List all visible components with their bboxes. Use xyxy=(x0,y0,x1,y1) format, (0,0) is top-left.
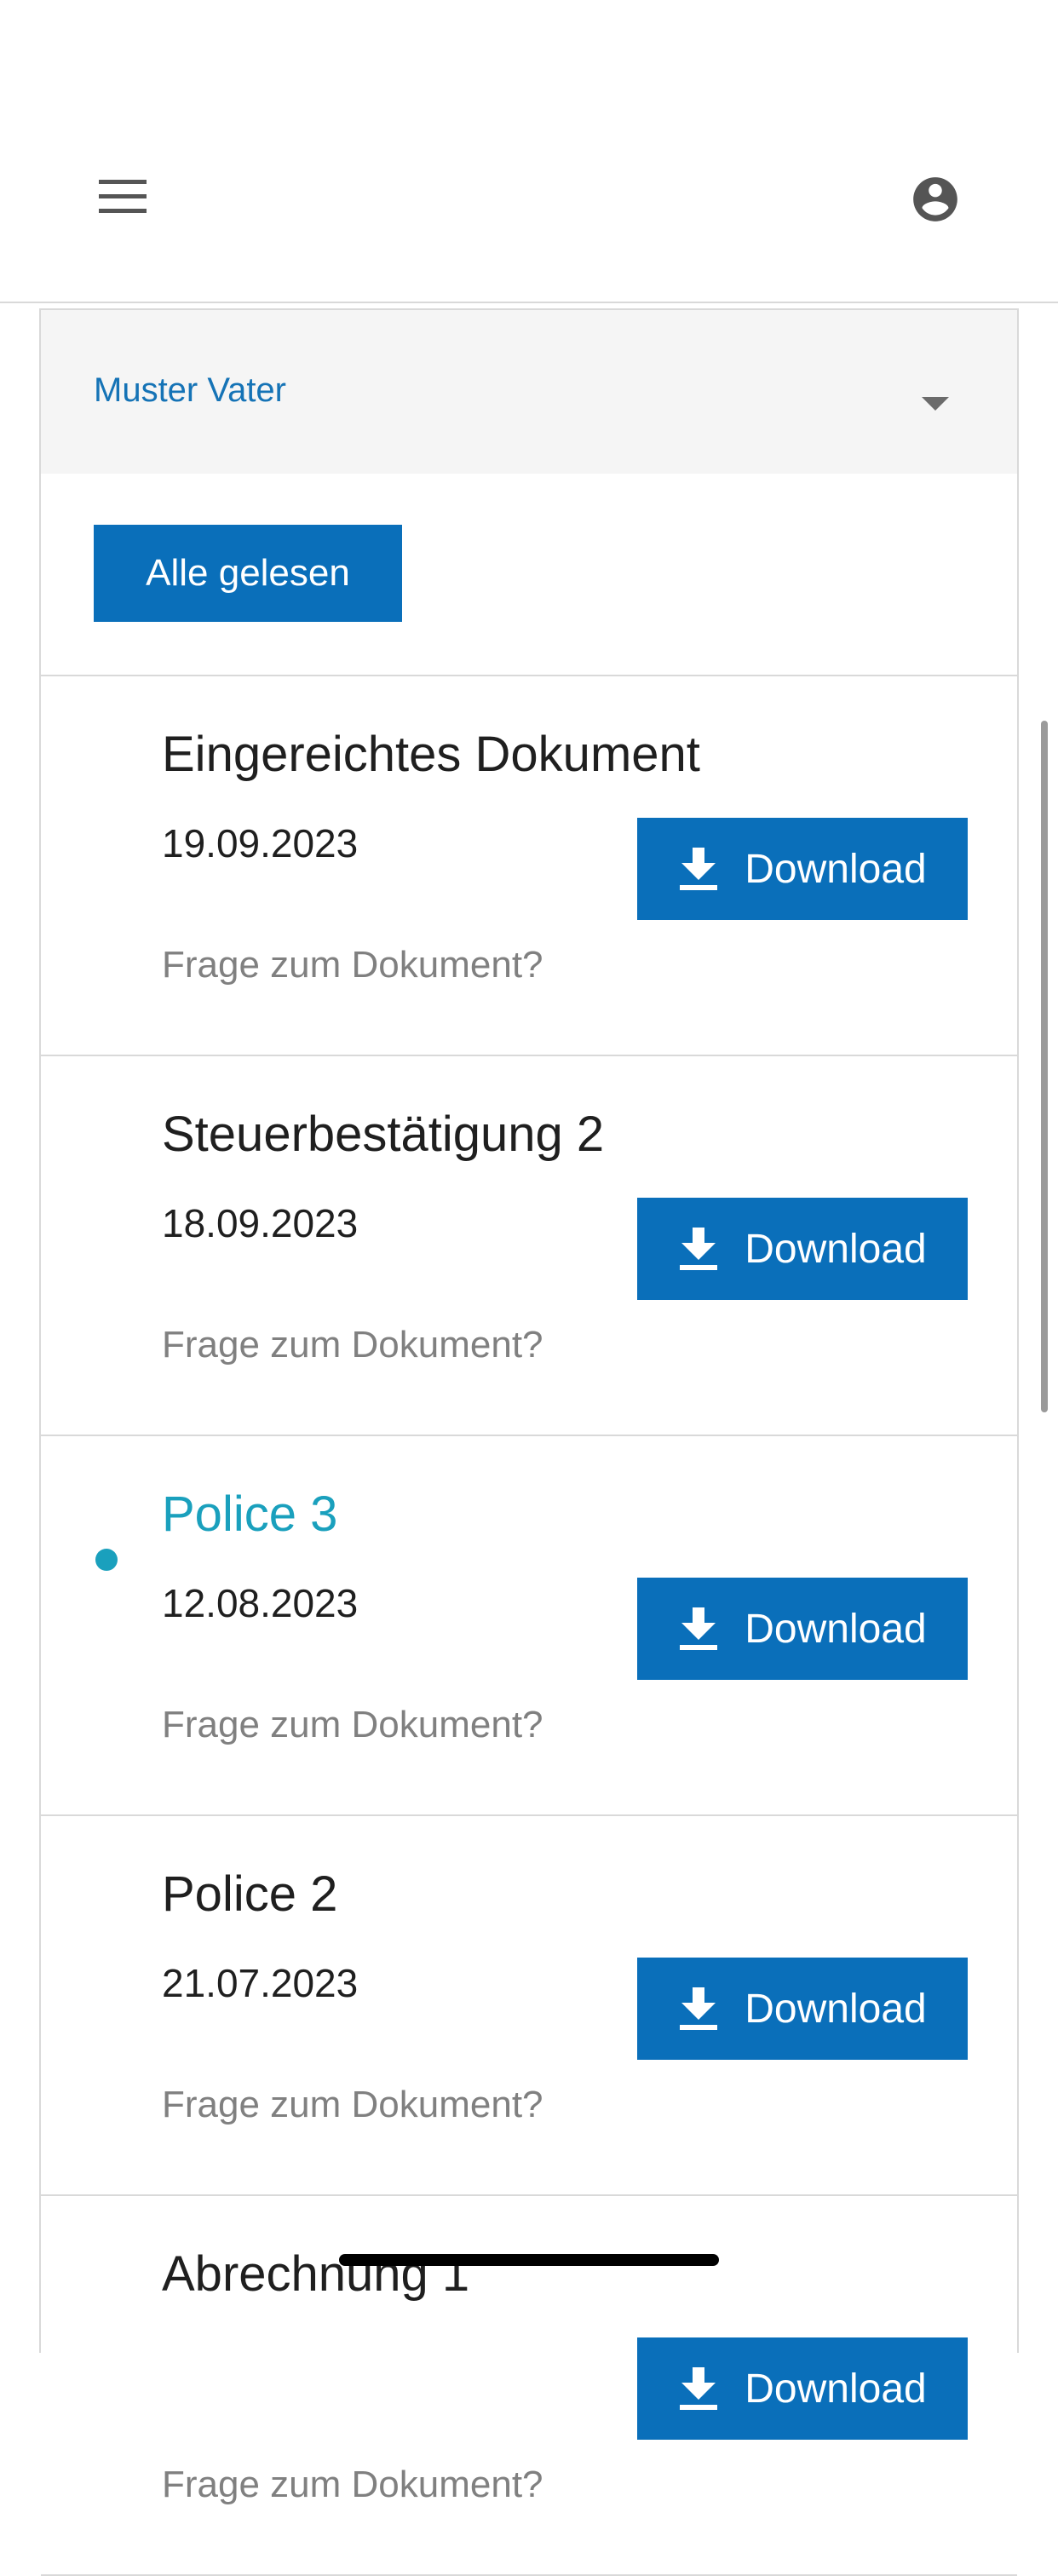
download-button[interactable]: Download xyxy=(637,1198,968,1300)
document-title[interactable]: Police 3 xyxy=(162,1484,337,1545)
menu-button[interactable] xyxy=(92,170,153,223)
document-title[interactable]: Eingereichtes Dokument xyxy=(162,724,700,785)
home-indicator xyxy=(339,2254,719,2266)
document-date: 21.07.2023 xyxy=(162,1961,359,2005)
hamburger-menu-icon xyxy=(99,180,147,213)
document-question-link[interactable]: Frage zum Dokument? xyxy=(162,1702,543,1748)
document-date: 18.09.2023 xyxy=(162,1201,359,1245)
document-title[interactable]: Abrechnung 1 xyxy=(162,2244,469,2305)
document-list: Eingereichtes Dokument 19.09.2023 Downlo… xyxy=(41,676,1017,2576)
document-item: Abrechnung 1 Download Frage zum Dokument… xyxy=(41,2196,1017,2576)
download-icon xyxy=(678,848,719,890)
download-label: Download xyxy=(745,1226,927,1272)
person-select[interactable]: Muster Vater xyxy=(41,310,1017,474)
document-item: Police 3 12.08.2023 Download Frage zum D… xyxy=(41,1436,1017,1816)
download-label: Download xyxy=(745,846,927,892)
download-label: Download xyxy=(745,1606,927,1652)
unread-dot-icon xyxy=(95,1549,118,1571)
mark-all-read-button[interactable]: Alle gelesen xyxy=(94,525,402,622)
document-item: Eingereichtes Dokument 19.09.2023 Downlo… xyxy=(41,676,1017,1056)
scrollbar[interactable] xyxy=(1041,721,1048,1412)
download-icon xyxy=(678,1228,719,1270)
document-question-link[interactable]: Frage zum Dokument? xyxy=(162,1322,543,1368)
account-circle-icon xyxy=(913,177,957,221)
documents-card: Muster Vater Alle gelesen Eingereichtes … xyxy=(39,308,1019,2576)
download-button[interactable]: Download xyxy=(637,1578,968,1680)
download-label: Download xyxy=(745,2366,927,2412)
person-select-value: Muster Vater xyxy=(94,371,286,409)
download-label: Download xyxy=(745,1986,927,2032)
document-item: Steuerbestätigung 2 18.09.2023 Download … xyxy=(41,1056,1017,1436)
download-button[interactable]: Download xyxy=(637,1958,968,2060)
profile-button[interactable] xyxy=(906,170,964,228)
download-button[interactable]: Download xyxy=(637,2337,968,2440)
document-item: Police 2 21.07.2023 Download Frage zum D… xyxy=(41,1816,1017,2196)
document-date: 19.09.2023 xyxy=(162,821,359,865)
document-question-link[interactable]: Frage zum Dokument? xyxy=(162,942,543,988)
document-date: 12.08.2023 xyxy=(162,1581,359,1625)
document-title[interactable]: Steuerbestätigung 2 xyxy=(162,1104,604,1165)
document-title[interactable]: Police 2 xyxy=(162,1864,337,1925)
download-icon xyxy=(678,1987,719,2030)
document-question-link[interactable]: Frage zum Dokument? xyxy=(162,2462,543,2508)
caret-down-icon xyxy=(922,397,949,411)
download-icon xyxy=(678,2367,719,2410)
download-icon xyxy=(678,1607,719,1650)
document-question-link[interactable]: Frage zum Dokument? xyxy=(162,2082,543,2128)
download-button[interactable]: Download xyxy=(637,818,968,920)
app-header xyxy=(0,0,1058,303)
